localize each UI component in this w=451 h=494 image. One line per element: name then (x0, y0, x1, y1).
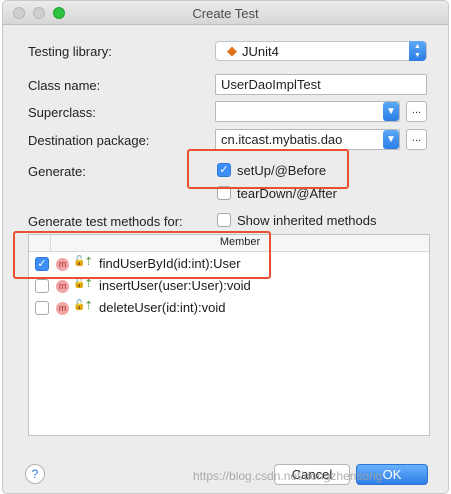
superclass-dropdown-button[interactable]: ▼ (383, 102, 399, 121)
junit-arrow-icon: ◆ (227, 43, 237, 58)
row-checkbox[interactable] (35, 279, 49, 293)
superclass-input[interactable] (215, 101, 400, 122)
row-checkbox[interactable] (35, 301, 49, 315)
implements-icon: ⇡ (84, 300, 94, 312)
chevron-down-icon: ▼ (386, 106, 396, 117)
class-name-input[interactable]: UserDaoImplTest (215, 74, 427, 95)
cancel-button[interactable]: Cancel (274, 464, 350, 485)
title-bar: Create Test (3, 1, 448, 25)
show-inherited-label: Show inherited methods (237, 213, 377, 228)
method-icon: m (56, 302, 69, 315)
member-label: deleteUser(id:int):void (99, 300, 226, 315)
superclass-label: Superclass: (28, 105, 96, 120)
select-stepper-icon: ▲ ▼ (409, 41, 426, 61)
test-methods-label: Generate test methods for: (28, 214, 183, 229)
class-name-label: Class name: (28, 78, 101, 93)
help-button[interactable]: ? (25, 464, 45, 484)
create-test-dialog: Create Test Testing library: ◆ JUnit4 ▲ ▼… (2, 0, 449, 494)
member-label: insertUser(user:User):void (99, 278, 251, 293)
ok-button[interactable]: OK (356, 464, 428, 485)
destination-package-input[interactable]: cn.itcast.mybatis.dao (215, 129, 400, 150)
generate-label: Generate: (28, 164, 86, 179)
testing-library-select[interactable]: ◆ JUnit4 ▲ ▼ (215, 41, 427, 61)
testing-library-value: JUnit4 (242, 44, 279, 59)
show-inherited-checkbox[interactable] (217, 213, 231, 227)
destination-browse-button[interactable]: ... (406, 129, 427, 150)
testing-library-label: Testing library: (28, 44, 112, 59)
destination-dropdown-button[interactable]: ▼ (383, 130, 399, 149)
table-row[interactable]: m 🔓 ⇡ deleteUser(id:int):void (29, 297, 429, 319)
chevron-down-icon: ▼ (386, 134, 396, 145)
method-icon: m (56, 280, 69, 293)
member-highlight-box (13, 231, 271, 279)
destination-package-label: Destination package: (28, 133, 150, 148)
setup-highlight-box (187, 149, 349, 189)
dialog-title: Create Test (192, 6, 259, 21)
superclass-browse-button[interactable]: ... (406, 101, 427, 122)
